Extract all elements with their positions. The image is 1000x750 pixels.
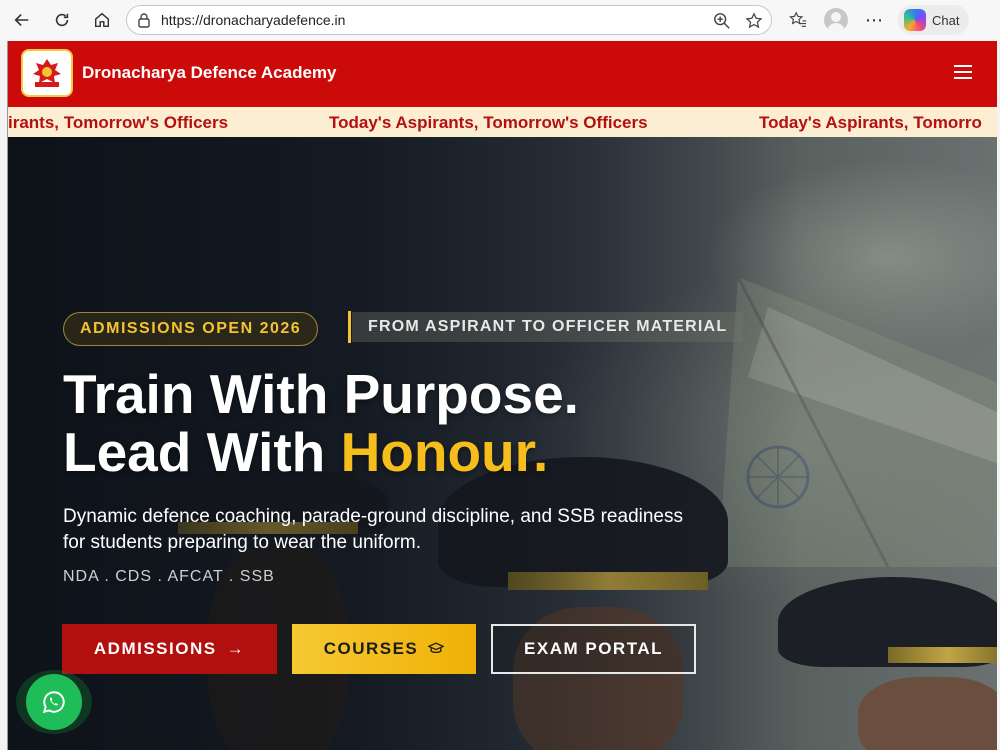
exam-portal-button[interactable]: EXAM PORTAL xyxy=(491,624,696,674)
favorites-list-icon[interactable] xyxy=(782,4,814,36)
back-icon[interactable] xyxy=(6,4,38,36)
copilot-icon xyxy=(904,9,926,31)
arrow-right-icon: → xyxy=(226,639,246,658)
hero-headline: Train With Purpose. Lead With Honour. xyxy=(63,365,579,481)
home-icon[interactable] xyxy=(86,4,118,36)
whatsapp-button[interactable] xyxy=(16,670,92,734)
zoom-icon[interactable] xyxy=(711,10,733,32)
favorite-star-icon[interactable] xyxy=(743,10,765,32)
badge-divider xyxy=(348,311,351,343)
lock-icon[interactable] xyxy=(137,12,151,28)
ticker-banner: irants, Tomorrow's Officers Today's Aspi… xyxy=(8,107,997,137)
graduation-cap-icon xyxy=(427,639,446,659)
headline-accent: Honour. xyxy=(340,421,549,483)
hero-description: Dynamic defence coaching, parade-ground … xyxy=(63,506,683,553)
headline-line-2-prefix: Lead With xyxy=(63,421,341,483)
academy-logo[interactable] xyxy=(23,51,71,95)
admissions-button[interactable]: ADMISSIONS → xyxy=(62,624,277,674)
refresh-icon[interactable] xyxy=(46,4,78,36)
brand-name[interactable]: Dronacharya Defence Academy xyxy=(82,63,337,83)
courses-button[interactable]: COURSES xyxy=(292,624,476,674)
headline-line-1: Train With Purpose. xyxy=(63,363,579,425)
chat-label: Chat xyxy=(932,12,960,28)
browser-toolbar: https://dronacharyadefence.in ⋯ Chat xyxy=(0,0,1000,40)
exam-list: NDA . CDS . AFCAT . SSB xyxy=(63,568,275,585)
hamburger-menu-icon[interactable] xyxy=(954,65,972,79)
admissions-open-badge: ADMISSIONS OPEN 2026 xyxy=(63,312,319,346)
tagline-badge: FROM ASPIRANT TO OFFICER MATERIAL xyxy=(352,312,744,342)
page-viewport: Dronacharya Defence Academy irants, Tomo… xyxy=(7,41,997,750)
logo-emblem-icon xyxy=(29,57,65,89)
hero-section: ADMISSIONS OPEN 2026 FROM ASPIRANT TO OF… xyxy=(8,137,997,750)
site-header: Dronacharya Defence Academy xyxy=(8,41,997,107)
courses-button-label: COURSES xyxy=(323,639,419,658)
url-text[interactable]: https://dronacharyadefence.in xyxy=(161,12,345,28)
exam-portal-button-label: EXAM PORTAL xyxy=(524,639,663,658)
more-icon[interactable]: ⋯ xyxy=(858,4,890,36)
ticker-item: Today's Aspirants, Tomorrow's Officers xyxy=(329,113,648,132)
ticker-item: Today's Aspirants, Tomorro xyxy=(759,113,982,132)
ticker-item: irants, Tomorrow's Officers xyxy=(8,113,229,132)
whatsapp-icon xyxy=(26,674,82,730)
profile-icon[interactable] xyxy=(820,4,852,36)
admissions-button-label: ADMISSIONS xyxy=(93,639,217,658)
chat-button[interactable]: Chat xyxy=(898,5,970,35)
address-bar[interactable]: https://dronacharyadefence.in xyxy=(126,5,772,35)
